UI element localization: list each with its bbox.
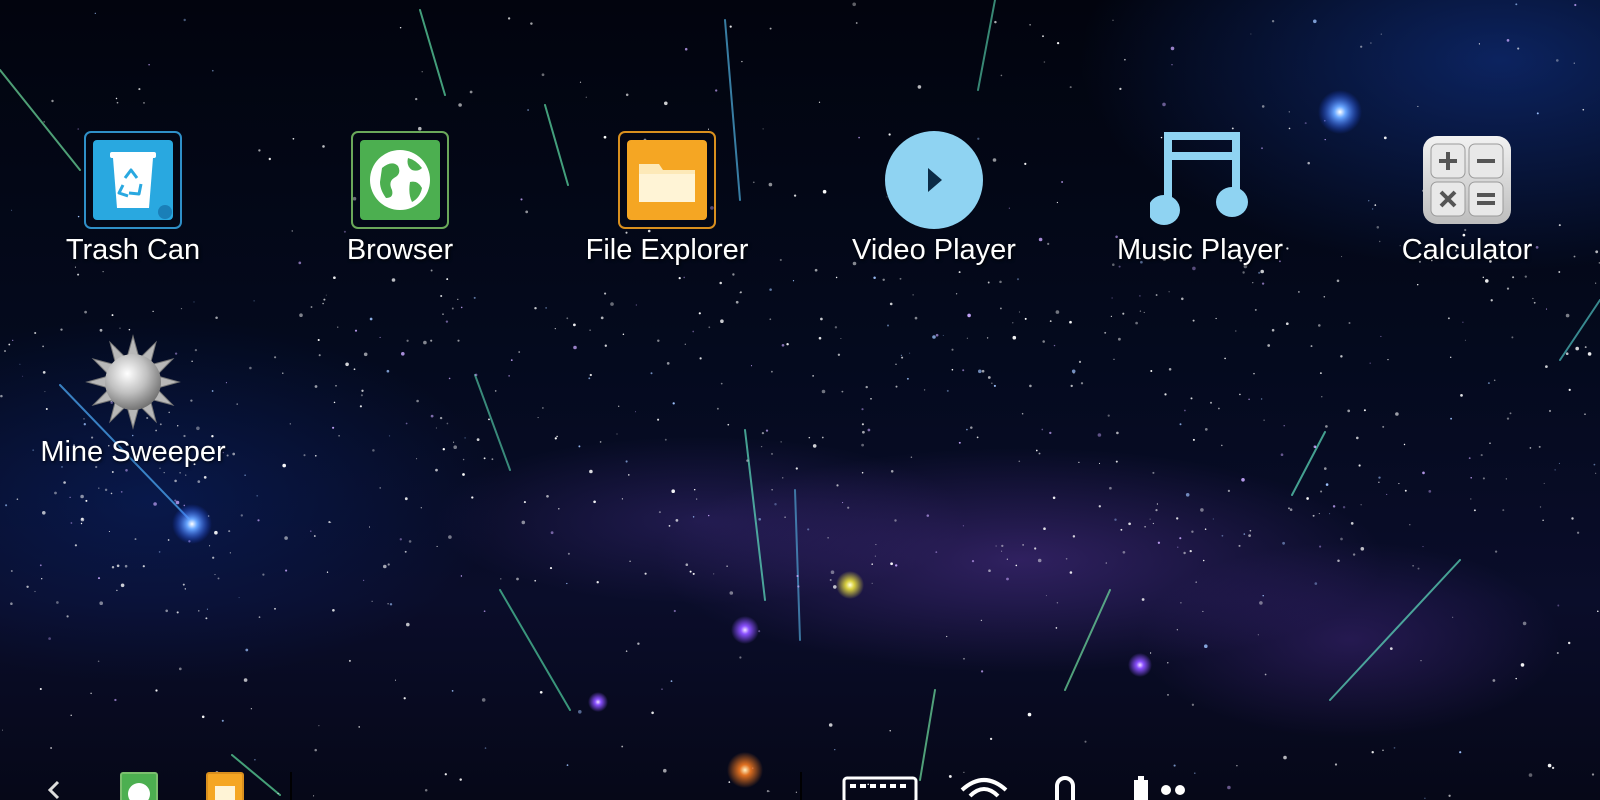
desktop-icon-video-player[interactable]: Video Player bbox=[819, 130, 1049, 268]
folder-icon bbox=[215, 786, 235, 800]
lock-icon[interactable] bbox=[1050, 774, 1080, 800]
desktop-icon-label: Video Player bbox=[852, 234, 1016, 266]
calculator-icon bbox=[1417, 130, 1517, 230]
globe-icon bbox=[350, 130, 450, 230]
taskbar-separator bbox=[290, 772, 292, 800]
desktop-icon-file-explorer[interactable]: File Explorer bbox=[552, 130, 782, 268]
desktop-icon-browser[interactable]: Browser bbox=[285, 130, 515, 268]
desktop-icon-label: Mine Sweeper bbox=[40, 436, 226, 468]
play-icon bbox=[884, 130, 984, 230]
desktop-icon-mine-sweeper[interactable]: Mine Sweeper bbox=[18, 332, 248, 470]
taskbar-separator bbox=[800, 772, 802, 800]
globe-icon bbox=[128, 783, 150, 800]
recycle-bin-icon bbox=[83, 130, 183, 230]
desktop-icon-label: Trash Can bbox=[65, 234, 201, 266]
taskbar-browser-button[interactable] bbox=[120, 772, 158, 800]
desktop-icon-label: Calculator bbox=[1401, 234, 1533, 266]
desktop-icon-trash-can[interactable]: Trash Can bbox=[18, 130, 248, 268]
desktop-icon-music-player[interactable]: Music Player bbox=[1085, 130, 1315, 268]
desktop-icon-label: Browser bbox=[346, 234, 454, 266]
back-arrow-icon[interactable] bbox=[44, 778, 66, 800]
desktop-icon-label: Music Player bbox=[1117, 234, 1283, 266]
desktop-icon-grid: Trash Can Browser File Explorer Video Pl… bbox=[0, 0, 1600, 800]
battery-icon[interactable] bbox=[1130, 774, 1190, 800]
desktop: Trash Can Browser File Explorer Video Pl… bbox=[0, 0, 1600, 800]
mine-icon bbox=[83, 332, 183, 432]
keyboard-icon[interactable] bbox=[842, 776, 918, 800]
wifi-icon[interactable] bbox=[958, 774, 1010, 800]
music-note-icon bbox=[1150, 130, 1250, 230]
taskbar bbox=[0, 772, 1600, 800]
desktop-icon-calculator[interactable]: Calculator bbox=[1352, 130, 1582, 268]
desktop-icon-label: File Explorer bbox=[585, 234, 749, 266]
folder-icon bbox=[617, 130, 717, 230]
taskbar-file-explorer-button[interactable] bbox=[206, 772, 244, 800]
